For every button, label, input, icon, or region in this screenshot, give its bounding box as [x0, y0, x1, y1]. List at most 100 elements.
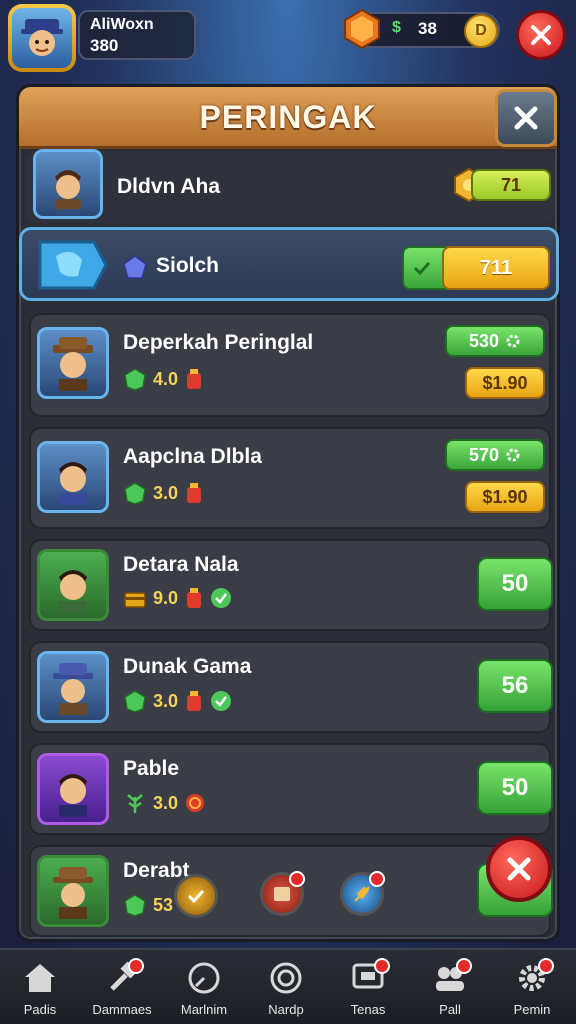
- avatar: [37, 855, 109, 927]
- entry-score: 50: [477, 761, 553, 815]
- notification-badge: [289, 871, 305, 887]
- nav-label: Tenas: [350, 1002, 386, 1017]
- nav-label: Dammaes: [92, 1002, 152, 1017]
- avatar: [37, 753, 109, 825]
- shield-icon: [124, 690, 146, 713]
- leaderboard-panel: PERINGAK Dldvn Aha 71 Siolch 711 Deperka…: [16, 84, 560, 942]
- coin-icon[interactable]: D: [464, 14, 498, 48]
- entry-stat-value: 4.0: [153, 368, 179, 389]
- quick-action-button[interactable]: [260, 871, 305, 916]
- player-avatar[interactable]: [8, 4, 76, 72]
- avatar: [33, 149, 103, 219]
- character-icon: [53, 337, 93, 391]
- list-item[interactable]: Deperkah Peringlal 4.0 530 $1.90: [29, 313, 551, 417]
- list-item[interactable]: Dunak Gama 3.0 56: [29, 641, 553, 733]
- list-item[interactable]: Pable 3.0 50: [29, 743, 553, 835]
- entry-reward: $1.90: [465, 367, 545, 399]
- check-icon: [413, 261, 431, 276]
- check-badge-icon: [211, 691, 232, 711]
- clock-icon: [188, 962, 220, 994]
- entry-stats: 3.0: [123, 481, 204, 505]
- potion-icon: [187, 483, 202, 503]
- entry-score-value: 570: [468, 444, 500, 465]
- notification-badge: [538, 958, 554, 974]
- top-entry-score: 71: [471, 169, 551, 201]
- player-score: 380: [90, 36, 119, 55]
- currency-amount: 38: [418, 19, 437, 38]
- close-icon: [507, 857, 531, 881]
- entry-score: 570: [445, 439, 545, 471]
- character-icon: [53, 663, 93, 715]
- potion-icon: [187, 691, 202, 711]
- entry-stats: 3.0: [123, 791, 206, 815]
- entry-score: 50: [477, 557, 553, 611]
- currency-symbol: $: [392, 19, 401, 36]
- my-entry[interactable]: Siolch 711: [19, 227, 559, 301]
- entry-score: 530: [445, 325, 545, 357]
- player-info: AliWoxn 380: [78, 10, 196, 60]
- entry-name: Dldvn Aha: [117, 175, 221, 198]
- entry-stat-value: 3.0: [153, 482, 179, 503]
- top-bar: AliWoxn 380 $ 38 D: [0, 0, 576, 78]
- character-icon: [59, 570, 87, 613]
- gear-small-icon: [506, 448, 520, 462]
- entry-name: Dunak Gama: [123, 655, 252, 678]
- feather-icon: [354, 886, 370, 902]
- character-icon: [53, 867, 93, 919]
- entry-name: Deperkah Peringlal: [123, 331, 314, 354]
- close-button-top[interactable]: [516, 10, 566, 60]
- close-icon: [514, 106, 538, 130]
- potion-icon: [187, 369, 202, 389]
- entry-stat-value: 53: [153, 894, 174, 915]
- entry-name: Aapclna Dlbla: [123, 445, 262, 468]
- nav-item-target[interactable]: Nardp: [246, 958, 326, 1017]
- close-icon: [531, 25, 551, 45]
- entry-name: Pable: [123, 757, 180, 780]
- shield-icon: [124, 482, 146, 505]
- target-icon: [270, 962, 302, 994]
- list-item[interactable]: Aapclna Dlbla 3.0 570 $1.90: [29, 427, 551, 529]
- avatar: [37, 327, 109, 399]
- notification-badge: [128, 958, 144, 974]
- player-face-icon: [21, 19, 63, 56]
- leaf-icon: [127, 794, 143, 813]
- check-badge-icon: [211, 588, 232, 608]
- nav-item-clock[interactable]: Marlnim: [164, 958, 244, 1017]
- nav-label: Marlnim: [180, 1002, 228, 1017]
- nav-item-home[interactable]: Padis: [0, 958, 80, 1017]
- panel-close-button[interactable]: [495, 89, 557, 147]
- my-entry-score: 711: [442, 246, 550, 290]
- my-entry-name: Siolch: [156, 254, 220, 277]
- nav-item-hammer[interactable]: Dammaes: [82, 958, 162, 1017]
- notification-badge: [374, 958, 390, 974]
- entry-stats: 3.0: [123, 689, 232, 713]
- list-item[interactable]: Detara Nala 9.0 50: [29, 539, 553, 631]
- quick-action-button[interactable]: [174, 874, 218, 918]
- panel-title: PERINGAK: [199, 99, 377, 135]
- character-icon: [59, 774, 87, 817]
- nav-label: Padis: [23, 1002, 57, 1017]
- entry-score-value: 530: [468, 330, 500, 351]
- shield-icon: [124, 894, 146, 917]
- nav-item-chat[interactable]: Tenas: [328, 958, 408, 1017]
- nav-label: Pall: [439, 1002, 461, 1017]
- quick-action-button[interactable]: [340, 871, 385, 916]
- gear-small-icon: [506, 334, 520, 348]
- notification-badge: [456, 958, 472, 974]
- entry-stats: 53: [123, 893, 173, 917]
- nav-item-settings[interactable]: Pemin: [492, 958, 572, 1017]
- bottom-nav: Padis Dammaes Marlnim Nardp Tenas Pall P…: [0, 948, 576, 1024]
- character-icon: [59, 462, 87, 505]
- gem-icon: [344, 8, 380, 50]
- entry-stat-value: 3.0: [153, 792, 179, 813]
- check-icon: [187, 889, 205, 904]
- character-icon: [55, 170, 81, 209]
- nav-item-group[interactable]: Pall: [410, 958, 490, 1017]
- close-button-floating[interactable]: [486, 836, 552, 902]
- entry-name: Detara Nala: [123, 553, 239, 576]
- potion-icon: [187, 588, 202, 608]
- crystal-icon: [123, 255, 147, 279]
- leaderboard-top-entry[interactable]: Dldvn Aha 71: [25, 149, 555, 223]
- timer-icon: [186, 794, 205, 812]
- avatar: [37, 549, 109, 621]
